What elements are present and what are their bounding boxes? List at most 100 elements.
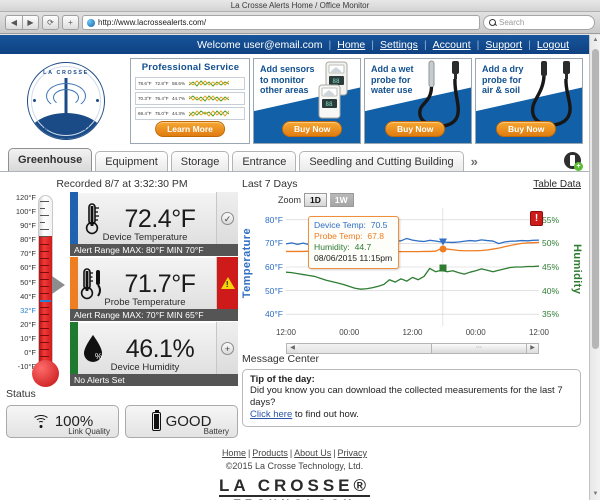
tip-title: Tip of the day: (250, 374, 315, 385)
footer-links: Home | Products | About Us | Privacy (0, 448, 589, 458)
promo-add-sensors[interactable]: 88 88 Add sensors to monitor other areas… (253, 58, 361, 144)
zoom-1w-button[interactable]: 1W (329, 193, 354, 207)
reading-status[interactable]: ✓ (216, 192, 238, 244)
click-here-link[interactable]: Click here (250, 409, 292, 420)
table-data-link[interactable]: Table Data (533, 179, 581, 190)
reading-label: Device Humidity (110, 362, 180, 373)
buy-now-button[interactable]: Buy Now (385, 121, 446, 137)
add-sensor-icon[interactable]: + (564, 152, 583, 171)
thermometer-tick: 120°F (15, 193, 36, 202)
zoom-1d-button[interactable]: 1D (304, 193, 327, 207)
nav-link-support[interactable]: Support (479, 39, 528, 51)
more-tabs-icon[interactable]: » (467, 154, 482, 171)
learn-more-button[interactable]: Learn More (155, 121, 225, 137)
nav-link-home[interactable]: Home (331, 39, 371, 51)
scroll-up-icon[interactable]: ▲ (590, 35, 600, 46)
promo-professional-service[interactable]: Professional Service 78.6°F 72.8°F 58.6%… (130, 58, 250, 144)
promo-mini-table: 78.6°F 72.8°F 58.6% 70.3°F 76.4°F 44.7% (131, 74, 249, 122)
forward-icon[interactable]: ▶ (22, 15, 39, 30)
address-bar[interactable]: http://www.lacrossealerts.com/ (82, 15, 480, 30)
tooltip-humidity-label: Humidity: (314, 242, 350, 252)
readings-panel: Recorded 8/7 at 3:32:30 PM 120°F 100°F 9… (6, 177, 238, 438)
card-body: 71.7°F Probe Temperature (78, 257, 216, 309)
back-icon[interactable]: ◀ (5, 15, 22, 30)
accent-bar (70, 257, 78, 309)
reading-value: 71.7°F (124, 269, 196, 298)
tab-greenhouse[interactable]: Greenhouse (8, 148, 93, 171)
plus-icon: + (221, 341, 234, 355)
alert-range-probe-temperature: Alert Range MAX: 70°F MIN 65°F (70, 309, 238, 322)
alert-flag-icon[interactable]: ! (530, 211, 543, 226)
promo-title: Add a wet probe for water use (371, 64, 414, 95)
reading-status-alert[interactable] (216, 257, 238, 309)
reading-card-probe-temperature[interactable]: 71.7°F Probe Temperature (70, 257, 238, 309)
browser-window: La Crosse Alerts Home / Office Monitor ◀… (0, 0, 600, 500)
mini-temp2: 72.8°F (155, 80, 169, 86)
footer-link-products[interactable]: Products (252, 448, 288, 458)
zoom-control: Zoom 1D 1W (278, 193, 354, 207)
logo-word-top: LA CROSSE (43, 70, 89, 76)
reading-card-device-humidity[interactable]: % 46.1% Device Humidity + (70, 322, 238, 374)
page-scrollbar[interactable]: ▲ ▼ (589, 35, 600, 500)
promo-banner: Professional Service 78.6°F 72.8°F 58.6%… (126, 58, 583, 144)
tab-storage[interactable]: Storage (170, 151, 230, 171)
wifi-icon (31, 415, 50, 428)
promo-wet-probe[interactable]: Add a wet probe for water use Buy Now (364, 58, 472, 144)
chart: Zoom 1D 1W Temperature Humidity ! 40°F 50… (241, 192, 583, 354)
scroll-left-icon[interactable]: ◀ (287, 344, 298, 353)
y-tick-temperature: 70°F (264, 238, 283, 249)
search-input[interactable]: Search (483, 15, 595, 30)
tab-entrance[interactable]: Entrance (232, 151, 297, 171)
x-tick: 00:00 (465, 328, 486, 337)
sparkline-icon (188, 108, 230, 119)
lacrosse-logo-icon: LA CROSSE TECHNOLOGY (27, 62, 105, 140)
card-body: % 46.1% Device Humidity (78, 322, 216, 374)
chart-horizontal-scrollbar[interactable]: ◀ ⋯ ▶ (286, 343, 539, 354)
reading-status[interactable]: + (216, 322, 238, 374)
alert-range-device-temperature: Alert Range MAX: 80°F MIN 70°F (70, 244, 238, 257)
scroll-down-icon[interactable]: ▼ (590, 489, 600, 500)
thermometer-tick: 70°F (20, 249, 36, 259)
search-icon (489, 19, 496, 26)
scroll-right-icon[interactable]: ▶ (527, 344, 538, 353)
nav-link-logout[interactable]: Logout (531, 39, 575, 51)
thermometer-tube (38, 195, 53, 365)
link-quality-label: Link Quality (68, 427, 110, 436)
chart-tooltip: Device Temp: 70.5 Probe Temp: 67.8 Humid… (308, 216, 400, 269)
tab-seedling-and-cutting-building[interactable]: Seedling and Cutting Building (299, 151, 464, 171)
welcome-text: Welcome user@email.com (197, 38, 323, 51)
buy-now-button[interactable]: Buy Now (282, 121, 343, 137)
nav-link-account[interactable]: Account (427, 39, 477, 51)
footer-link-home[interactable]: Home (222, 448, 246, 458)
page-content: Welcome user@email.com | Home | Settings… (0, 35, 589, 500)
page-scroll-thumb[interactable] (592, 49, 599, 349)
promo-dry-probe[interactable]: Add a dry probe for air & soil Buy Now (475, 58, 583, 144)
favicon-icon (87, 18, 95, 27)
reload-icon[interactable]: ⟳ (42, 15, 59, 30)
browser-toolbar: ◀ ▶ ⟳ + http://www.lacrossealerts.com/ S… (0, 12, 600, 34)
scroll-track[interactable]: ⋯ (298, 344, 527, 353)
nav-link-settings[interactable]: Settings (374, 39, 424, 51)
y-tick-temperature: 40°F (264, 309, 283, 320)
window-title: La Crosse Alerts Home / Office Monitor (0, 0, 600, 12)
reading-label: Device Temperature (102, 232, 188, 243)
y-tick-humidity: 35% (542, 309, 560, 320)
thermometer-tick: 0°F (24, 348, 36, 358)
card-body: 72.4°F Device Temperature (78, 192, 216, 244)
site-footer: Home | Products | About Us | Privacy ©2015 La … (0, 438, 589, 500)
promo-title: Add a dry probe for air & soil (482, 64, 524, 95)
buy-now-button[interactable]: Buy Now (496, 121, 557, 137)
reading-card-device-temperature[interactable]: 72.4°F Device Temperature ✓ (70, 192, 238, 244)
footer-link-privacy[interactable]: Privacy (338, 448, 368, 458)
footer-link-about-us[interactable]: About Us (294, 448, 331, 458)
footer-brand-line1: LA CROSSE® (218, 471, 371, 497)
add-tab-icon[interactable]: + (62, 15, 79, 30)
thermometer-icon (78, 202, 108, 236)
tab-equipment[interactable]: Equipment (95, 151, 168, 171)
thermometer-tick: 100°F (15, 207, 36, 217)
recorded-timestamp: Recorded 8/7 at 3:32:30 PM (56, 178, 188, 190)
thermometer-bulb (32, 360, 59, 387)
scroll-thumb[interactable]: ⋯ (430, 344, 527, 353)
svg-text:%: % (95, 352, 102, 361)
y-axis-label-temperature: Temperature (241, 228, 253, 299)
